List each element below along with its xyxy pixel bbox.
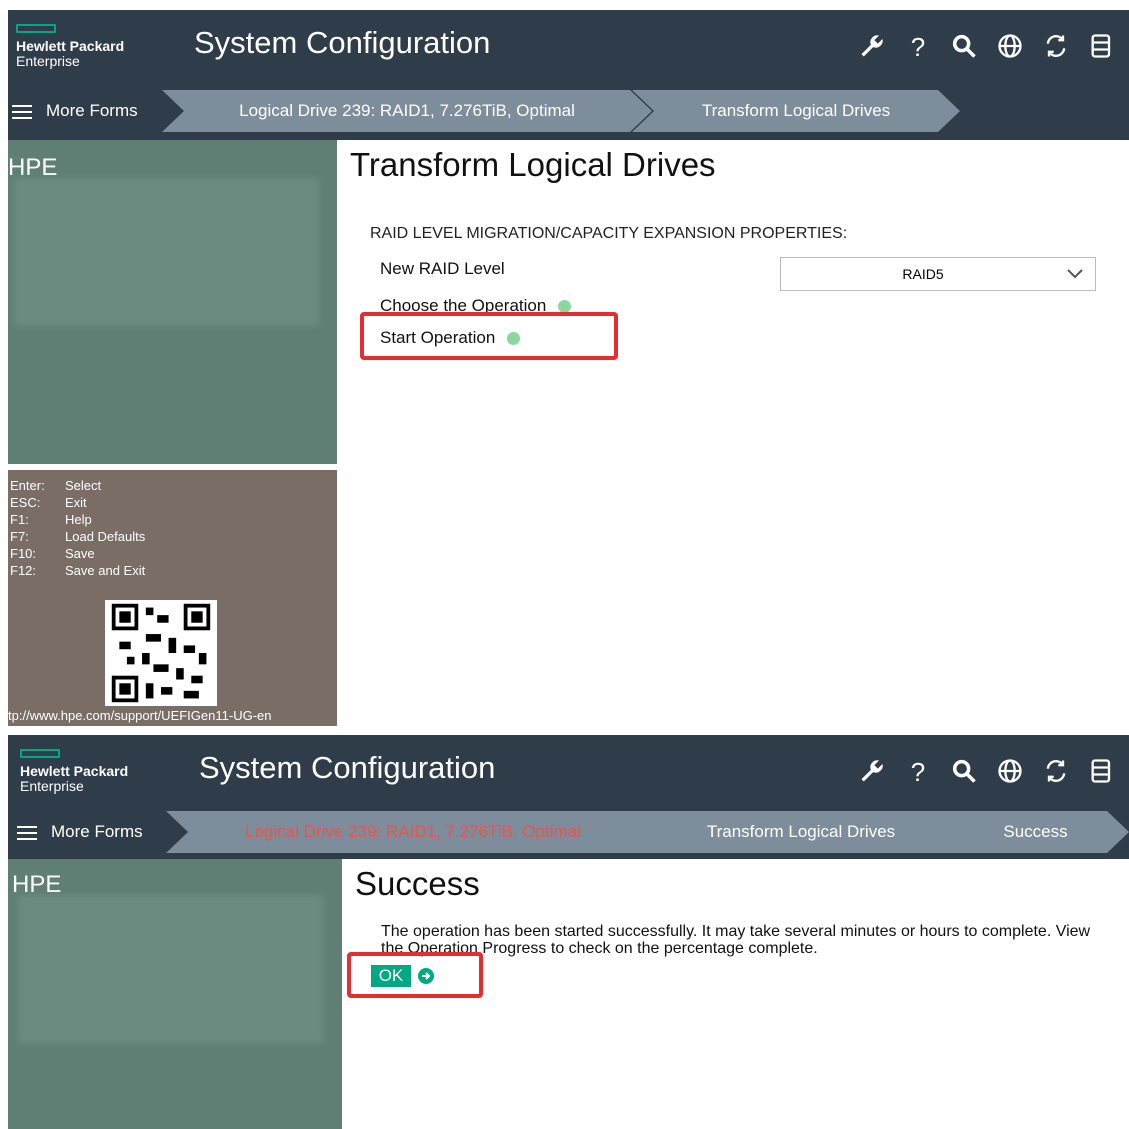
crumb-logical-drive[interactable]: Logical Drive 239: RAID1, 7.276TiB, Opti… bbox=[162, 90, 652, 132]
logo-line1: Hewlett Packard bbox=[16, 38, 125, 54]
breadcrumb: More Forms Logical Drive 239: RAID1, 7.2… bbox=[8, 807, 1129, 859]
key-row: F7: Load Defaults bbox=[10, 529, 146, 544]
help-url: tp://www.hpe.com/support/UEFIGen11-UG-en bbox=[8, 708, 272, 723]
hpe-logo: Hewlett Packard Enterprise bbox=[20, 749, 160, 799]
hpe-logo: Hewlett Packard Enterprise bbox=[16, 24, 156, 74]
refresh-icon[interactable] bbox=[1041, 757, 1071, 787]
logo-line2: Enterprise bbox=[16, 53, 80, 69]
search-icon[interactable] bbox=[949, 32, 979, 62]
blurred-system-info bbox=[14, 178, 319, 326]
database-icon[interactable] bbox=[1087, 32, 1117, 62]
help-icon[interactable]: ? bbox=[903, 32, 933, 62]
sidebar-info: HPE bbox=[8, 140, 337, 464]
crumb-transform-label: Transform Logical Drives bbox=[706, 822, 896, 841]
crumb-transform[interactable]: Transform Logical Drives bbox=[632, 90, 960, 132]
raid-level-select[interactable]: RAID5 bbox=[780, 257, 1096, 291]
key-row: F1: Help bbox=[10, 512, 92, 527]
toolbar-icons: ? bbox=[857, 757, 1117, 787]
crumb-success[interactable]: Success bbox=[942, 811, 1129, 853]
more-forms-button[interactable]: More Forms bbox=[12, 90, 138, 132]
chevron-down-icon bbox=[1065, 263, 1085, 286]
app-title: System Configuration bbox=[199, 750, 496, 785]
screen-transform: Hewlett Packard Enterprise System Config… bbox=[8, 10, 1129, 726]
crumb-success-label: Success bbox=[1003, 822, 1068, 841]
more-forms-label: More Forms bbox=[46, 101, 138, 120]
logo-line2: Enterprise bbox=[20, 778, 84, 794]
crumb-transform[interactable]: Transform Logical Drives bbox=[636, 811, 966, 853]
crumb-logical-drive[interactable]: Logical Drive 239: RAID1, 7.276TiB, Opti… bbox=[166, 811, 660, 853]
hamburger-icon bbox=[17, 822, 37, 844]
key-row: F10: Save bbox=[10, 546, 95, 561]
breadcrumb: More Forms Logical Drive 239: RAID1, 7.2… bbox=[8, 82, 1129, 140]
app-title: System Configuration bbox=[194, 25, 491, 60]
key-row: F12: Save and Exit bbox=[10, 563, 146, 578]
section-heading: RAID LEVEL MIGRATION/CAPACITY EXPANSION … bbox=[370, 225, 848, 242]
toolbar-icons: ? bbox=[857, 32, 1117, 62]
crumb-logical-drive-label: Logical Drive 239: RAID1, 7.276TiB, Opti… bbox=[245, 822, 581, 841]
logo-mark bbox=[20, 749, 60, 758]
globe-icon[interactable] bbox=[995, 757, 1025, 787]
raid-level-label: New RAID Level bbox=[380, 259, 505, 278]
raid-level-value: RAID5 bbox=[902, 266, 944, 282]
main-content: Transform Logical Drives RAID LEVEL MIGR… bbox=[337, 140, 1129, 726]
qr-code bbox=[105, 600, 217, 706]
crumb-transform-label: Transform Logical Drives bbox=[701, 101, 891, 120]
hamburger-icon bbox=[12, 101, 32, 123]
top-bar: Hewlett Packard Enterprise System Config… bbox=[8, 735, 1129, 807]
globe-icon[interactable] bbox=[995, 32, 1025, 62]
wrench-icon[interactable] bbox=[857, 757, 887, 787]
more-forms-label: More Forms bbox=[51, 822, 143, 841]
success-message: The operation has been started successfu… bbox=[381, 923, 1091, 957]
qr-code-graphic bbox=[111, 603, 211, 703]
screen-success: Hewlett Packard Enterprise System Config… bbox=[8, 735, 1129, 1129]
top-bar: Hewlett Packard Enterprise System Config… bbox=[8, 10, 1129, 82]
logo-line1: Hewlett Packard bbox=[20, 763, 129, 779]
page-title: Success bbox=[355, 865, 480, 902]
help-icon[interactable]: ? bbox=[903, 757, 933, 787]
highlight-box bbox=[347, 952, 483, 998]
highlight-box bbox=[360, 312, 618, 360]
wrench-icon[interactable] bbox=[857, 32, 887, 62]
page-title: Transform Logical Drives bbox=[350, 146, 716, 183]
key-row: Enter: Select bbox=[10, 478, 102, 493]
main-content: Success The operation has been started s… bbox=[342, 859, 1129, 1129]
key-row: ESC: Exit bbox=[10, 495, 87, 510]
key-help-panel: Enter: Select ESC: Exit F1: Help F7: Load De… bbox=[8, 470, 337, 726]
search-icon[interactable] bbox=[949, 757, 979, 787]
more-forms-button[interactable]: More Forms bbox=[17, 811, 143, 853]
refresh-icon[interactable] bbox=[1041, 32, 1071, 62]
crumb-logical-drive-label: Logical Drive 239: RAID1, 7.276TiB, Opti… bbox=[239, 101, 575, 120]
logo-mark bbox=[16, 24, 56, 33]
blurred-system-info bbox=[18, 895, 323, 1043]
database-icon[interactable] bbox=[1087, 757, 1117, 787]
sidebar-info: HPE bbox=[8, 859, 342, 1129]
